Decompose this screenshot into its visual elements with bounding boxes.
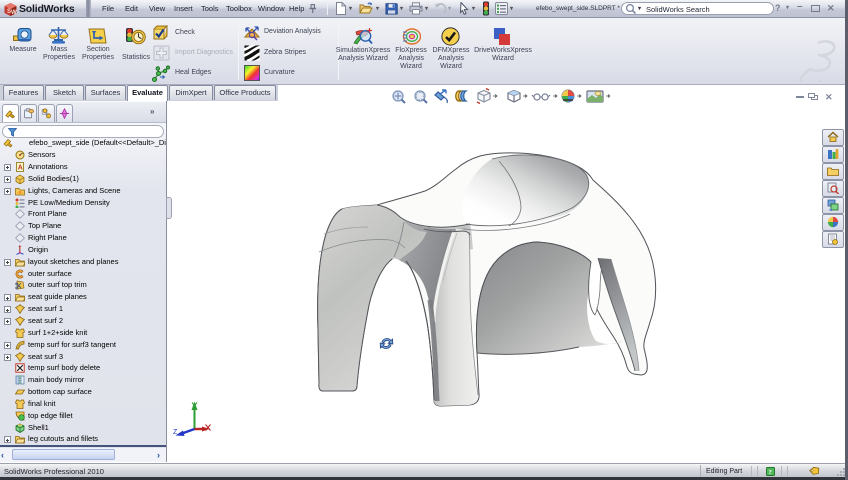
svg-text:Z: Z (173, 429, 178, 436)
svg-text:W: W (11, 10, 17, 16)
svg-text:A: A (18, 164, 23, 171)
svg-text:?: ? (768, 469, 771, 476)
